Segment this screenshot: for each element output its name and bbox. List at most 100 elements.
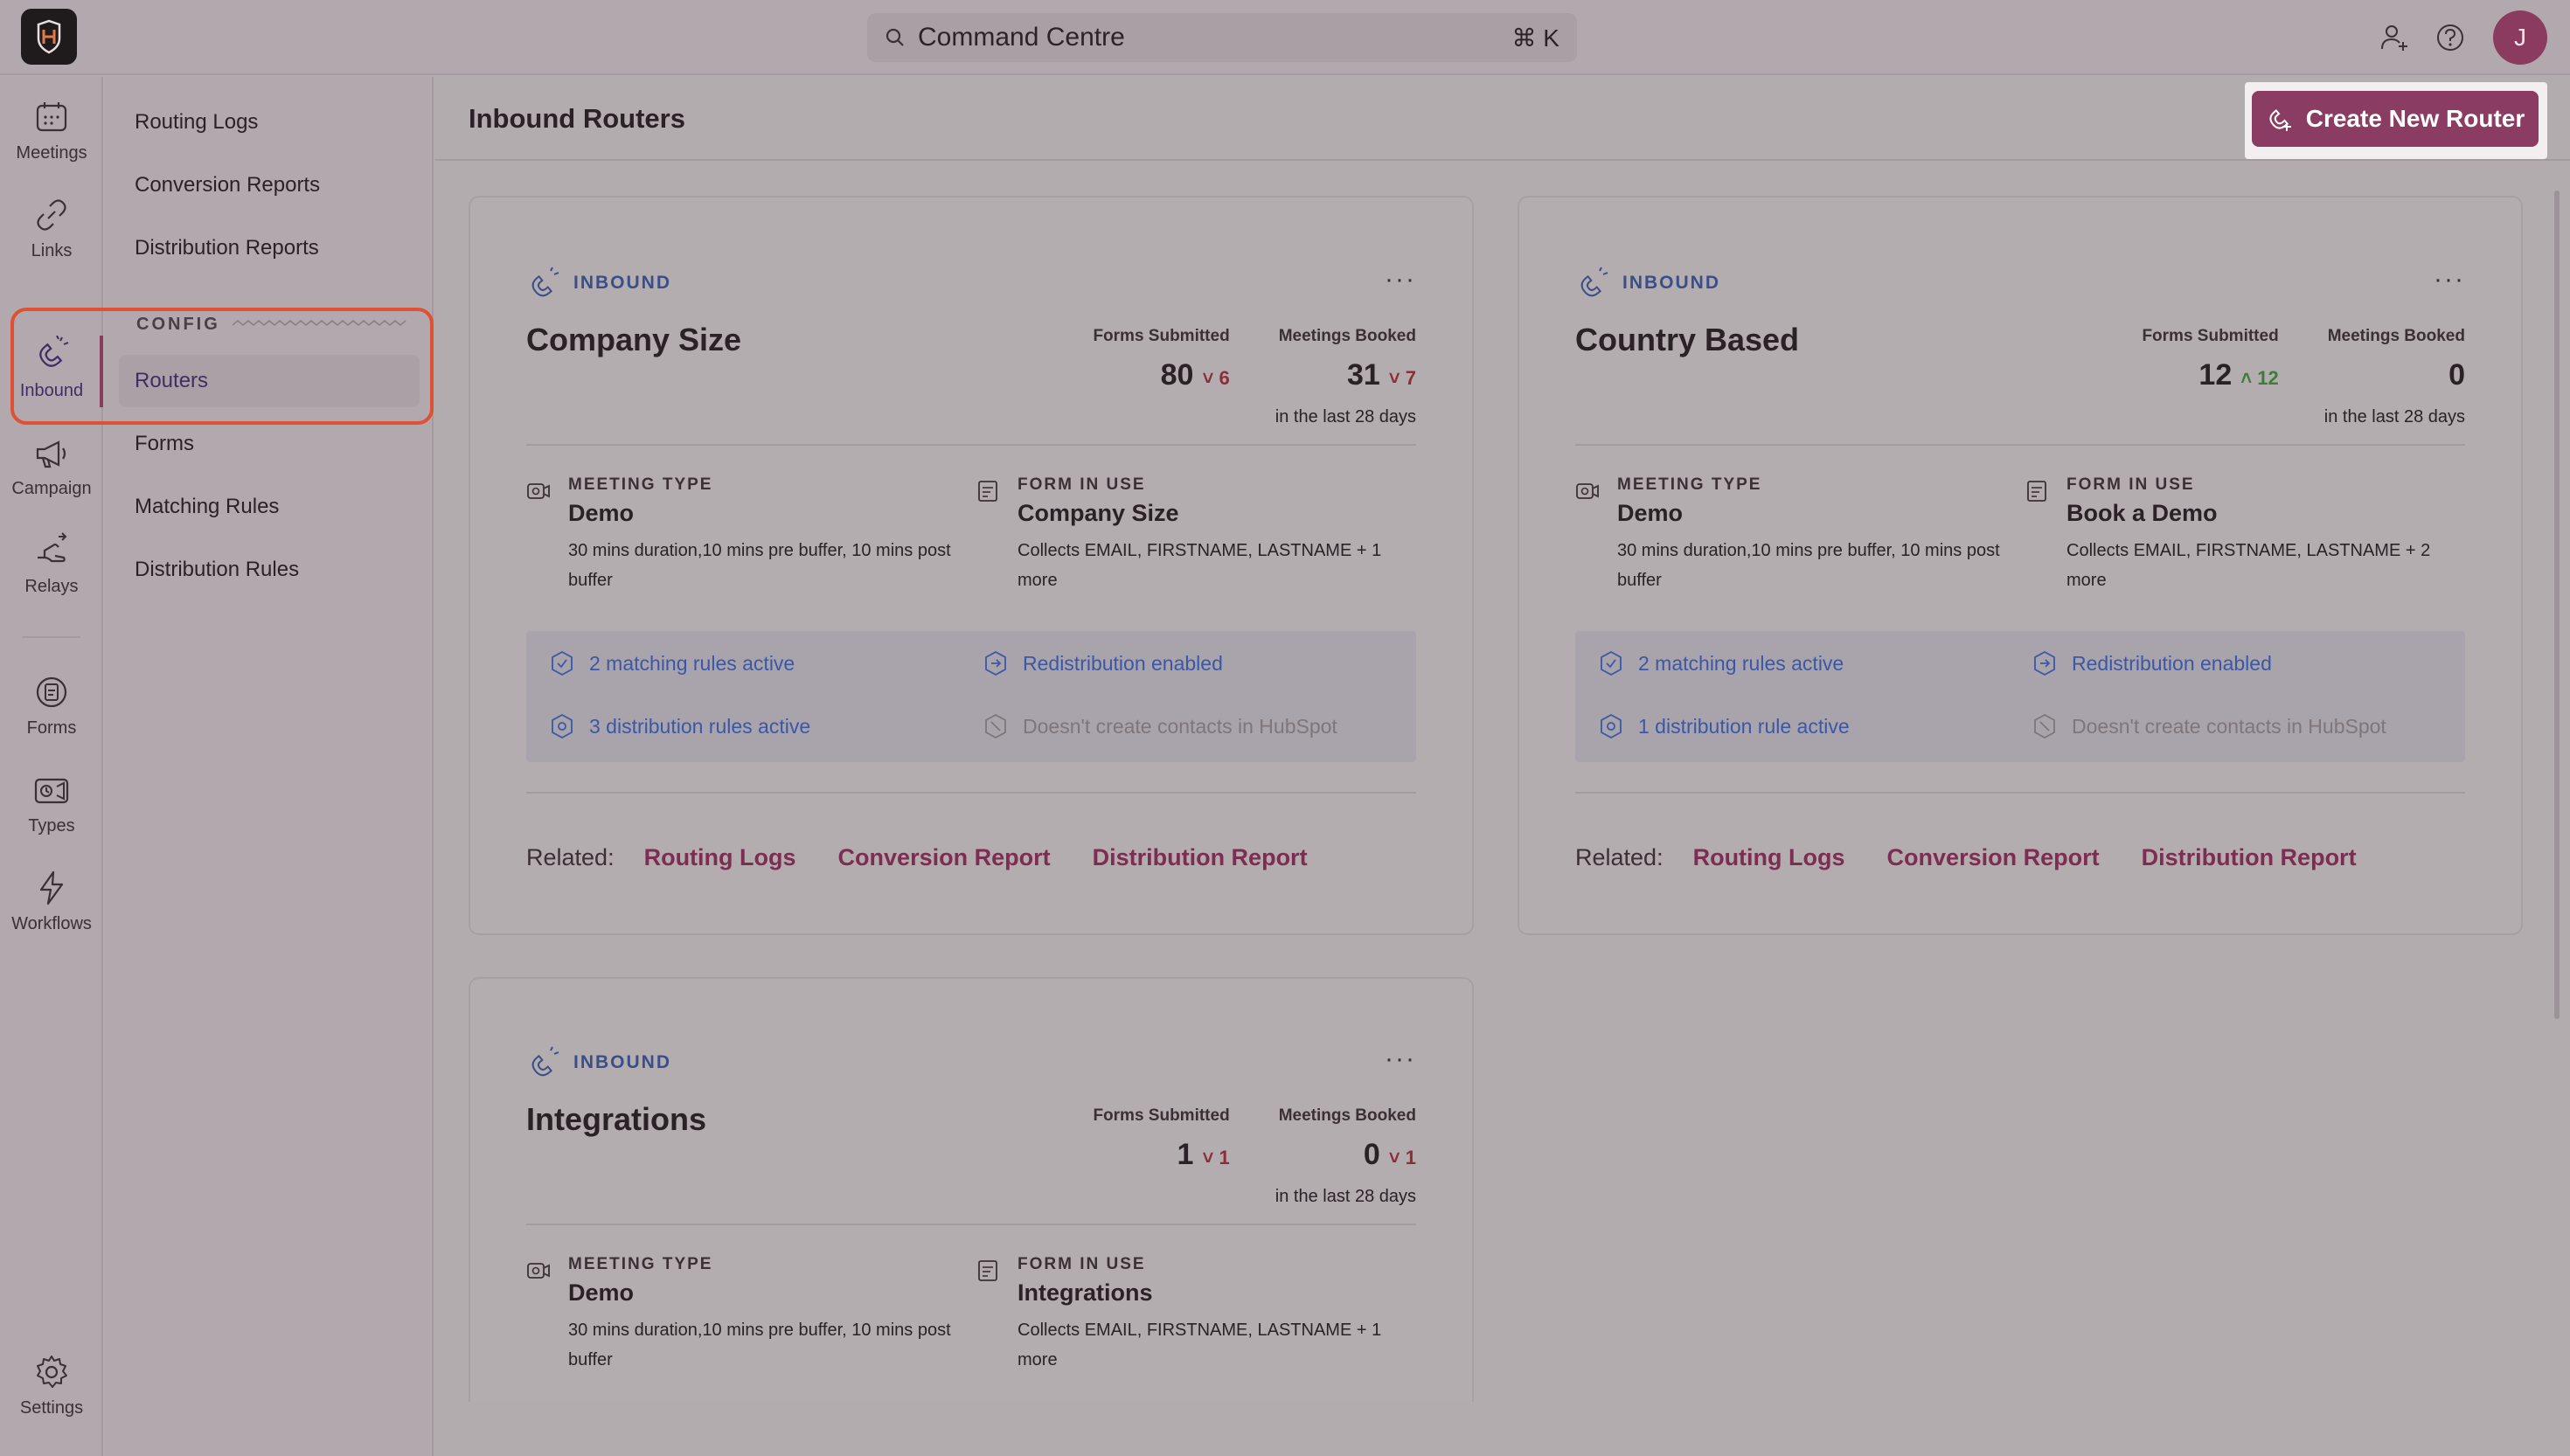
card-divider bbox=[526, 444, 1416, 446]
subnav-distribution-rules[interactable]: Distribution Rules bbox=[135, 558, 299, 582]
related-conversion-report-link[interactable]: Conversion Report bbox=[838, 844, 1051, 871]
distribution-rules-link[interactable]: 1 distribution rule active bbox=[1598, 713, 1850, 739]
megaphone-icon bbox=[36, 440, 66, 468]
rail-relays[interactable]: Relays bbox=[0, 531, 103, 619]
card-divider bbox=[526, 1224, 1416, 1225]
stat-heading: Forms Submitted bbox=[1093, 327, 1230, 345]
related-distribution-report-link[interactable]: Distribution Report bbox=[1093, 844, 1308, 871]
stat-value: 1 bbox=[1177, 1138, 1194, 1171]
distribution-rules-label: 3 distribution rules active bbox=[589, 714, 811, 738]
stat-value: 31 bbox=[1346, 358, 1380, 392]
stat-value: 0 bbox=[1363, 1138, 1380, 1171]
help-icon[interactable] bbox=[2434, 21, 2467, 54]
redistribution-label: Redistribution enabled bbox=[1023, 651, 1223, 675]
router-name: Integrations bbox=[526, 1101, 707, 1137]
related-routing-logs-link[interactable]: Routing Logs bbox=[1693, 844, 1845, 871]
matching-rules-link[interactable]: 2 matching rules active bbox=[549, 650, 795, 676]
form-value[interactable]: Company Size bbox=[1018, 500, 1402, 527]
lightning-icon bbox=[39, 870, 64, 905]
distribution-rules-label: 1 distribution rule active bbox=[1638, 714, 1850, 738]
create-button-label: Create New Router bbox=[2305, 105, 2525, 132]
section-caption: FORM IN USE bbox=[2066, 475, 2195, 494]
video-type-icon bbox=[34, 778, 69, 804]
form-description: Collects EMAIL, FIRSTNAME, LASTNAME + 1 … bbox=[1018, 1321, 1382, 1369]
inbound-magnet-icon bbox=[1580, 267, 1608, 297]
more-options-button[interactable]: ··· bbox=[1385, 1046, 1416, 1072]
form-value[interactable]: Integrations bbox=[1018, 1279, 1402, 1307]
form-description: Collects EMAIL, FIRSTNAME, LASTNAME + 2 … bbox=[2066, 541, 2431, 590]
user-avatar[interactable]: J bbox=[2493, 10, 2547, 65]
gear-icon bbox=[37, 1355, 67, 1388]
stat-value: 80 bbox=[1160, 358, 1194, 392]
rail-label: Campaign bbox=[11, 479, 92, 498]
related-conversion-report-link[interactable]: Conversion Report bbox=[1887, 844, 2100, 871]
distribution-rules-link[interactable]: 3 distribution rules active bbox=[549, 713, 810, 739]
more-options-button[interactable]: ··· bbox=[1385, 267, 1416, 293]
card-divider bbox=[1575, 444, 2465, 446]
router-stats: Forms Submitted 1 ˅ 1 Meetings Booked 0 ˅ … bbox=[1093, 1106, 1416, 1172]
app-logo[interactable] bbox=[21, 9, 77, 65]
relay-hand-icon bbox=[38, 532, 67, 563]
inbound-tag: INBOUND bbox=[526, 1045, 671, 1080]
create-new-router-button[interactable]: Create New Router bbox=[2252, 91, 2539, 147]
router-card-integrations[interactable]: INBOUND ··· Integrations Forms Submitted… bbox=[469, 977, 1474, 1402]
rail-campaign[interactable]: Campaign bbox=[0, 433, 103, 521]
header-divider bbox=[435, 159, 2570, 161]
command-search[interactable]: Command Centre ⌘ K bbox=[867, 13, 1577, 62]
stat-value: 0 bbox=[2448, 358, 2465, 392]
related-links: Related: Routing Logs Conversion Report … bbox=[526, 844, 1350, 871]
related-links: Related: Routing Logs Conversion Report … bbox=[1575, 844, 2399, 871]
more-options-button[interactable]: ··· bbox=[2434, 267, 2465, 293]
subnav-distribution-reports[interactable]: Distribution Reports bbox=[135, 236, 319, 260]
subnav-forms[interactable]: Forms bbox=[135, 432, 194, 456]
subnav-conversion-reports[interactable]: Conversion Reports bbox=[135, 173, 320, 198]
icon-rail: Meetings Links Inbound Campaign Relays F… bbox=[0, 77, 103, 1456]
meeting-type-value[interactable]: Demo bbox=[568, 500, 953, 527]
stats-period: in the last 28 days bbox=[2323, 407, 2465, 426]
matching-rules-label: 2 matching rules active bbox=[1638, 651, 1844, 675]
rules-panel: 2 matching rules active Redistribution e… bbox=[1575, 631, 2465, 762]
rail-label: Meetings bbox=[16, 143, 87, 163]
stat-heading: Meetings Booked bbox=[1278, 327, 1416, 345]
rail-workflows[interactable]: Workflows bbox=[0, 869, 103, 956]
inbound-tag: INBOUND bbox=[1575, 266, 1720, 301]
inbound-magnet-icon bbox=[531, 267, 559, 297]
stat-heading: Meetings Booked bbox=[2327, 327, 2465, 345]
subnav-routing-logs[interactable]: Routing Logs bbox=[135, 110, 258, 135]
stat-delta: 1 bbox=[1219, 1147, 1230, 1168]
section-caption: MEETING TYPE bbox=[1617, 475, 1762, 494]
stat-delta: 1 bbox=[1405, 1147, 1416, 1168]
video-clock-icon bbox=[527, 1263, 550, 1279]
video-clock-icon bbox=[1576, 483, 1599, 499]
form-icon bbox=[978, 481, 997, 502]
related-label: Related: bbox=[526, 844, 615, 870]
meeting-type-value[interactable]: Demo bbox=[1617, 500, 2002, 527]
router-card-country-based[interactable]: INBOUND ··· Country Based Forms Submitte… bbox=[1518, 196, 2523, 935]
rail-label: Links bbox=[31, 241, 73, 260]
logo-icon bbox=[37, 19, 61, 54]
meeting-type-value[interactable]: Demo bbox=[568, 1279, 953, 1307]
rail-types[interactable]: Types bbox=[0, 771, 103, 858]
form-value[interactable]: Book a Demo bbox=[2066, 500, 2451, 527]
forms-submitted-stat: Forms Submitted 80 ˅ 6 bbox=[1093, 327, 1230, 392]
meeting-type-section: MEETING TYPE Demo 30 mins duration,10 mi… bbox=[1575, 475, 2002, 595]
add-user-icon[interactable] bbox=[2378, 21, 2411, 54]
hubspot-icon bbox=[985, 713, 1006, 739]
scrollbar[interactable] bbox=[2554, 191, 2560, 1019]
related-routing-logs-link[interactable]: Routing Logs bbox=[644, 844, 796, 871]
rail-settings[interactable]: Settings bbox=[0, 1353, 103, 1440]
subnav-matching-rules[interactable]: Matching Rules bbox=[135, 495, 279, 519]
related-distribution-report-link[interactable]: Distribution Report bbox=[2142, 844, 2357, 871]
matching-rules-label: 2 matching rules active bbox=[589, 651, 795, 675]
rail-meetings[interactable]: Meetings bbox=[0, 98, 103, 185]
tag-label: INBOUND bbox=[1622, 273, 1720, 293]
rail-links[interactable]: Links bbox=[0, 196, 103, 283]
redistribution-status[interactable]: Redistribution enabled bbox=[2032, 650, 2272, 676]
router-card-company-size[interactable]: INBOUND ··· Company Size Forms Submitted… bbox=[469, 196, 1474, 935]
meeting-type-description: 30 mins duration,10 mins pre buffer, 10 … bbox=[568, 541, 951, 590]
redistribution-status[interactable]: Redistribution enabled bbox=[983, 650, 1223, 676]
related-label: Related: bbox=[1575, 844, 1664, 870]
matching-rules-link[interactable]: 2 matching rules active bbox=[1598, 650, 1844, 676]
rail-forms[interactable]: Forms bbox=[0, 673, 103, 760]
rail-label: Relays bbox=[24, 577, 79, 596]
